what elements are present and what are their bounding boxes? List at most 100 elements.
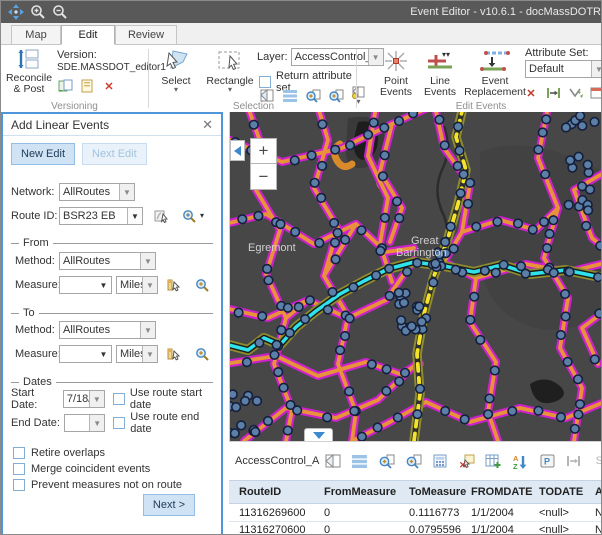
- table-row[interactable]: 11316270600 0 0.0795596 1/1/2004 <null> …: [229, 522, 602, 535]
- from-measure-combo[interactable]: ▼: [59, 276, 112, 294]
- point-events-button[interactable]: Point Events: [375, 49, 417, 98]
- select-route-on-map-icon[interactable]: [153, 208, 169, 224]
- tab-review[interactable]: Review: [115, 25, 177, 45]
- select-dropdown-caret[interactable]: ▾: [174, 87, 178, 93]
- use-route-end-checkbox[interactable]: [113, 417, 125, 429]
- from-zoom-measure-icon[interactable]: [194, 277, 210, 293]
- to-method-combo[interactable]: AllRoutes ▼: [59, 321, 156, 339]
- col-frommeasure[interactable]: FromMeasure: [319, 481, 404, 503]
- from-pick-measure-icon[interactable]: [166, 277, 182, 293]
- next-edit-button[interactable]: Next Edit: [82, 143, 147, 165]
- col-routeid[interactable]: RouteID: [234, 481, 319, 503]
- retire-overlaps-checkbox[interactable]: [13, 447, 25, 459]
- event-attributes-window-icon[interactable]: [589, 85, 602, 101]
- grid-add-record-icon[interactable]: [485, 452, 503, 470]
- collapse-panel-left-button[interactable]: [230, 140, 245, 161]
- to-units-value: Miles: [117, 346, 142, 362]
- group-separator: [356, 49, 357, 108]
- grid-save-button[interactable]: S: [596, 455, 602, 467]
- route-id-caret[interactable]: ▼: [127, 208, 142, 224]
- end-date-combo[interactable]: ▼: [64, 414, 105, 432]
- to-measure-label: Measure:: [15, 348, 59, 360]
- grid-measure-range-icon[interactable]: [565, 452, 583, 470]
- collapse-table-button[interactable]: [304, 428, 333, 441]
- cell-frommeasure: 0: [319, 505, 404, 521]
- grid-select-icon[interactable]: [324, 452, 342, 470]
- start-date-caret[interactable]: ▼: [89, 391, 104, 407]
- from-section-divider: From: [11, 236, 213, 250]
- tab-map[interactable]: Map: [11, 25, 61, 45]
- versioning-group-label: Versioning: [1, 101, 148, 112]
- table-row[interactable]: 11316269600 0 0.1116773 1/1/2004 <null> …: [229, 505, 602, 522]
- zoom-to-route-caret[interactable]: ▾: [200, 213, 204, 219]
- next-button[interactable]: Next >: [143, 494, 195, 516]
- end-date-caret[interactable]: ▼: [89, 415, 104, 431]
- grid-clear-selection-icon[interactable]: ✕: [458, 452, 476, 470]
- prevent-measures-checkbox[interactable]: [13, 479, 25, 491]
- grid-sort-icon[interactable]: AZ: [511, 452, 529, 470]
- panel-title: Add Linear Events: [11, 118, 202, 132]
- rectangle-dropdown-caret[interactable]: ▾: [228, 87, 232, 93]
- merge-coincident-checkbox[interactable]: [13, 463, 25, 475]
- reconcile-post-button[interactable]: Reconcile & Post: [5, 48, 53, 95]
- network-caret[interactable]: ▼: [119, 184, 134, 200]
- from-units-caret[interactable]: ▼: [142, 277, 157, 293]
- to-measure-combo[interactable]: ▼: [59, 345, 112, 363]
- tab-edit[interactable]: Edit: [61, 25, 115, 45]
- from-method-combo[interactable]: AllRoutes ▼: [59, 252, 156, 270]
- to-units-caret[interactable]: ▼: [142, 346, 157, 362]
- attribute-set-combo[interactable]: Default ▼: [525, 60, 602, 78]
- pan-icon[interactable]: [7, 3, 25, 21]
- event-replacement-button[interactable]: Event Replacement: [463, 49, 527, 98]
- attribute-set-caret[interactable]: ▼: [591, 61, 602, 77]
- to-zoom-measure-icon[interactable]: [194, 346, 210, 362]
- merge-events-icon[interactable]: [545, 85, 561, 101]
- map-zoom-out-button[interactable]: −: [250, 164, 277, 190]
- select-button[interactable]: Select ▾: [155, 49, 197, 93]
- col-todate[interactable]: TODATE: [534, 481, 590, 503]
- use-route-start-checkbox[interactable]: [113, 393, 125, 405]
- route-id-combo[interactable]: BSR23 EB ▼: [59, 207, 143, 225]
- from-measure-value: [60, 277, 96, 293]
- grid-zoom-to-icon[interactable]: [378, 452, 396, 470]
- cell-routeid: 11316269600: [234, 505, 319, 521]
- grid-header-row: RouteID FromMeasure ToMeasure FROMDATE T…: [229, 480, 602, 504]
- to-pick-measure-icon[interactable]: [166, 346, 182, 362]
- grid-pan-to-icon[interactable]: [404, 452, 422, 470]
- col-accesscontrol[interactable]: AC: [590, 481, 602, 503]
- start-date-combo[interactable]: 7/18/ ▼: [63, 390, 105, 408]
- from-units-combo[interactable]: Miles ▼: [116, 276, 158, 294]
- col-fromdate[interactable]: FROMDATE: [466, 481, 534, 503]
- cell-todate: <null>: [534, 505, 590, 521]
- new-edit-button[interactable]: New Edit: [11, 143, 75, 165]
- map-zoom-in-button[interactable]: +: [250, 138, 277, 164]
- to-units-combo[interactable]: Miles ▼: [116, 345, 158, 363]
- delete-version-icon[interactable]: ✕: [101, 78, 117, 94]
- grid-attributes-window-icon[interactable]: P: [538, 452, 556, 470]
- grid-toolbar: AccessControl_A ✕ AZ: [229, 442, 602, 480]
- use-route-start-label: Use route start date: [130, 387, 221, 411]
- from-method-caret[interactable]: ▼: [140, 253, 155, 269]
- map-canvas[interactable]: Egremont Great Barrington + −: [229, 112, 602, 441]
- rectangle-button[interactable]: Rectangle ▾: [203, 49, 257, 93]
- new-version-icon[interactable]: [79, 78, 95, 94]
- route-id-label: Route ID:: [11, 210, 59, 222]
- split-event-icon[interactable]: ✕: [523, 85, 539, 101]
- close-icon[interactable]: ✕: [202, 117, 213, 133]
- col-tomeasure[interactable]: ToMeasure: [404, 481, 466, 503]
- to-method-value: AllRoutes: [60, 322, 140, 338]
- line-events-button[interactable]: ▾▾ Line Events: [419, 49, 461, 98]
- zoom-to-route-icon[interactable]: [181, 208, 197, 224]
- snap-event-icon[interactable]: [567, 85, 583, 101]
- zoom-out-icon[interactable]: [51, 3, 69, 21]
- from-measure-caret[interactable]: ▼: [96, 277, 111, 293]
- to-method-caret[interactable]: ▼: [140, 322, 155, 338]
- network-combo[interactable]: AllRoutes ▼: [59, 183, 135, 201]
- change-version-icon[interactable]: [57, 78, 73, 94]
- grid-list-icon[interactable]: [351, 452, 369, 470]
- zoom-in-icon[interactable]: [29, 3, 47, 21]
- grid-calculate-icon[interactable]: [431, 452, 449, 470]
- to-measure-caret[interactable]: ▼: [96, 346, 111, 362]
- cell-fromdate: 1/1/2004: [466, 522, 534, 535]
- from-method-label: Method:: [15, 255, 59, 267]
